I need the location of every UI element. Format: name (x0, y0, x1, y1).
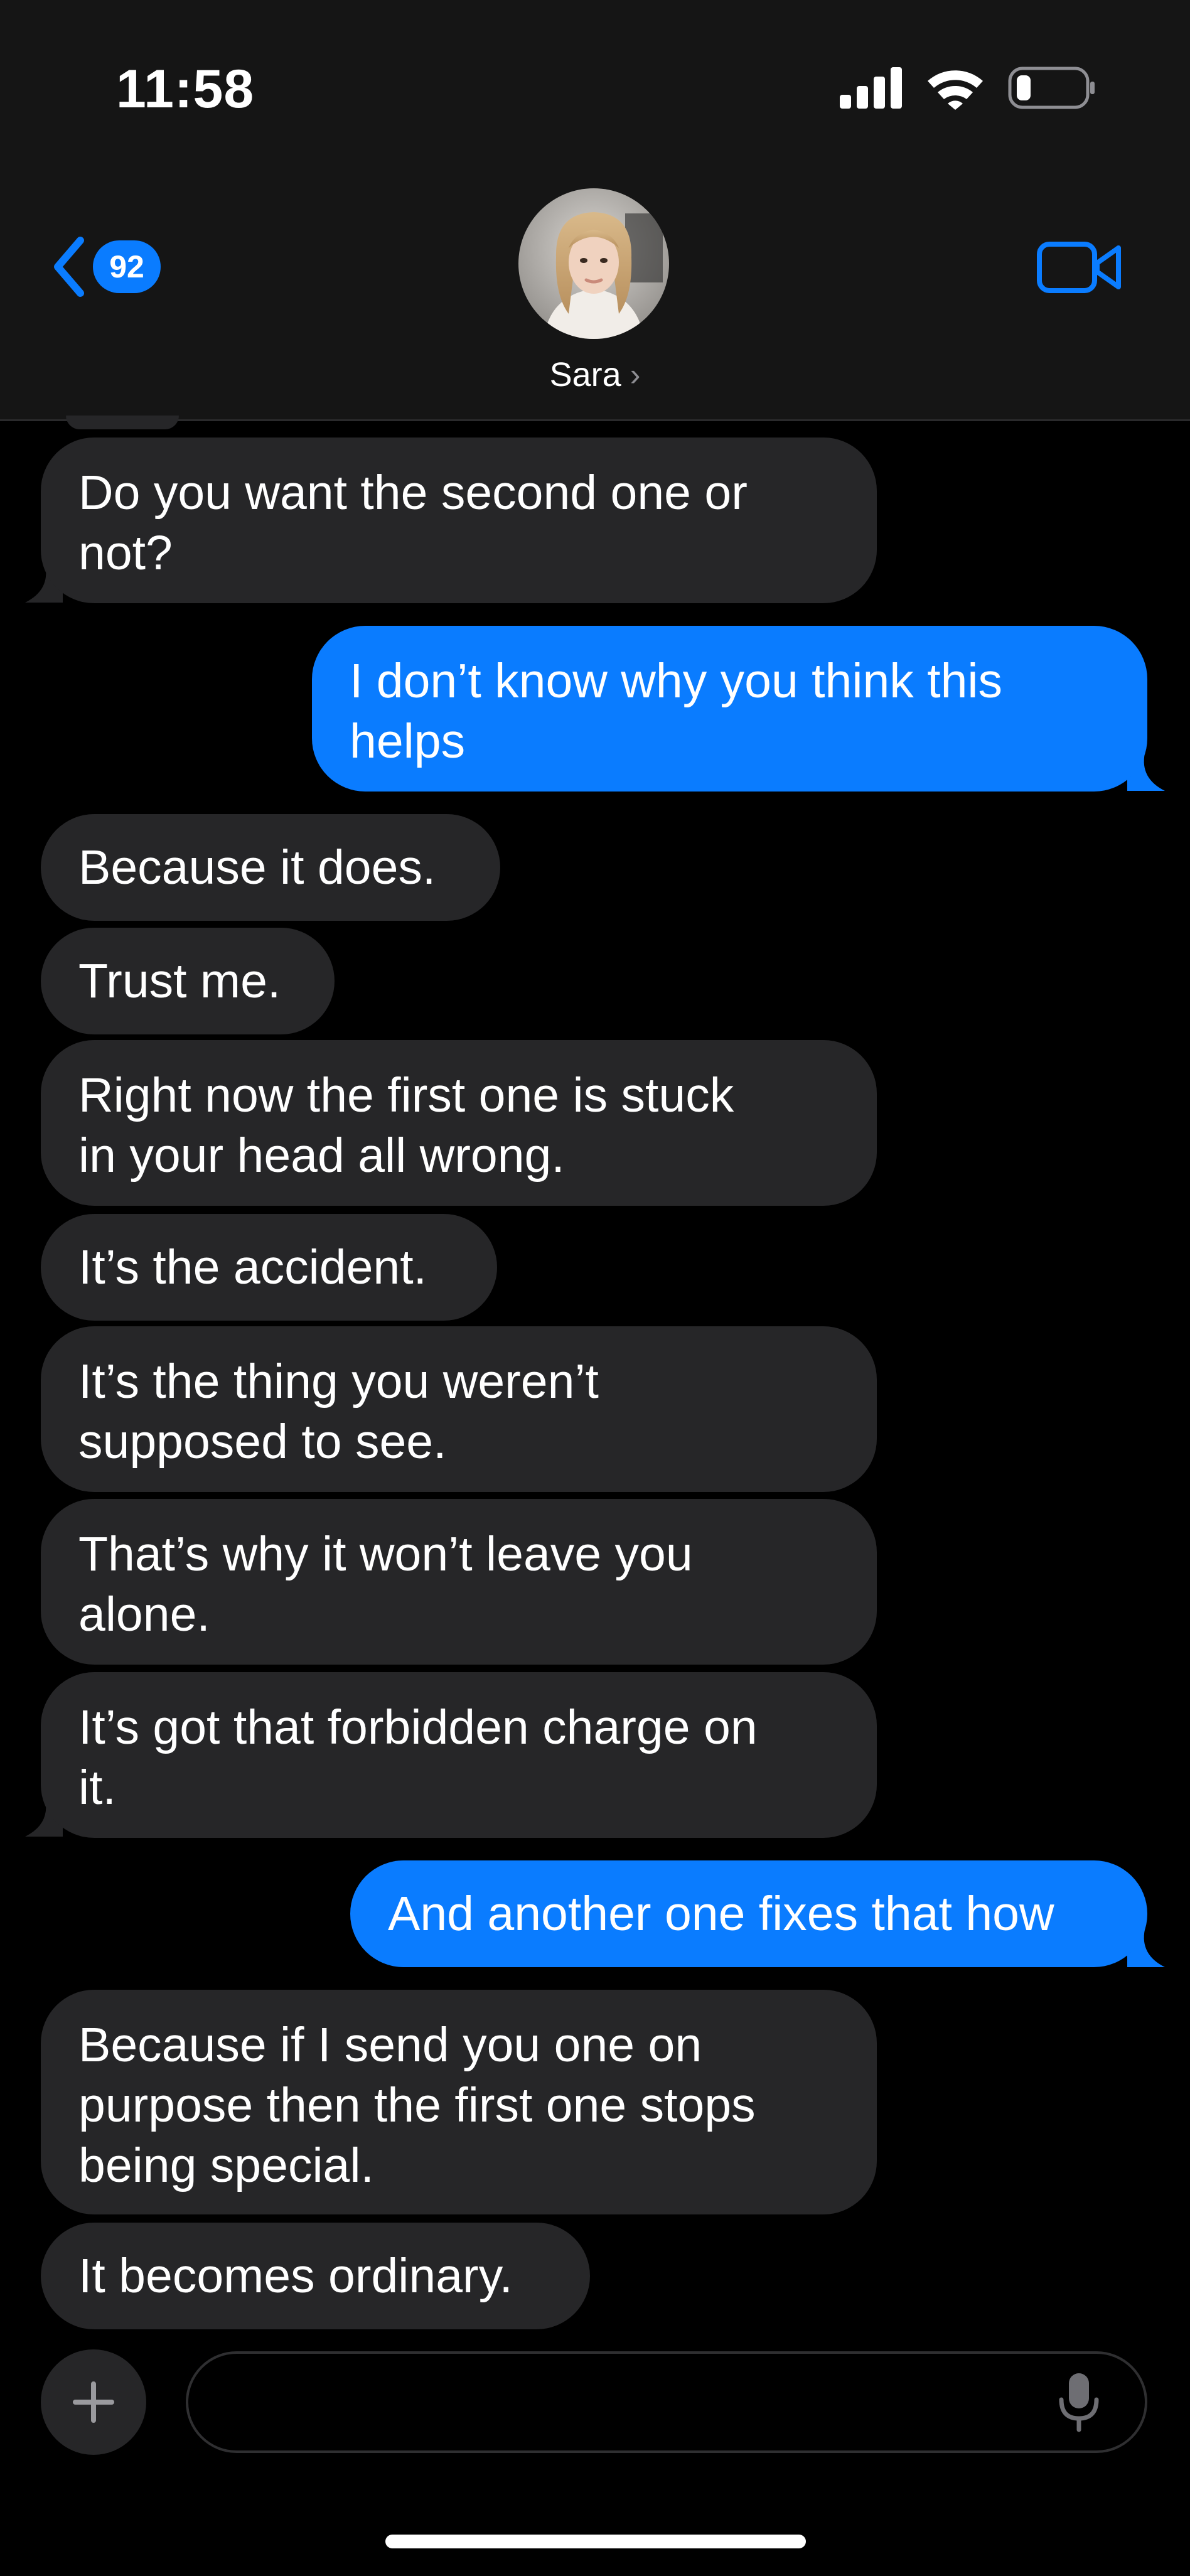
received-message[interactable]: It’s the accident. (41, 1214, 497, 1321)
conversation-header: 92 Sara › (0, 157, 1190, 421)
microphone-icon[interactable] (1056, 2372, 1102, 2432)
contact-name: Sara (549, 356, 621, 394)
chevron-right-icon: › (630, 357, 641, 392)
received-message[interactable]: That’s why it won’t leave you alone. (41, 1499, 877, 1665)
home-indicator[interactable] (385, 2535, 806, 2548)
received-message[interactable]: It’s the thing you weren’t supposed to s… (41, 1326, 877, 1492)
avatar[interactable] (518, 188, 669, 339)
battery-icon (1008, 67, 1095, 109)
video-camera-icon (1037, 242, 1121, 293)
status-icons (840, 60, 1096, 116)
message-input[interactable] (186, 2351, 1147, 2453)
plus-icon (73, 2381, 114, 2423)
contact-name-button[interactable]: Sara › (0, 353, 1190, 397)
sent-message[interactable]: And another one fixes that how (350, 1860, 1147, 1967)
received-message[interactable]: It becomes ordinary. (41, 2223, 590, 2329)
avatar-image (518, 188, 669, 339)
cellular-signal-icon (840, 67, 902, 109)
attachment-plus-button[interactable] (41, 2349, 146, 2455)
received-message[interactable]: Right now the first one is stuck in your… (41, 1040, 877, 1206)
received-message[interactable]: Because if I send you one on purpose the… (41, 1990, 877, 2214)
received-message[interactable]: Do you want the second one or not? (41, 437, 877, 603)
received-message[interactable]: Because it does. (41, 814, 500, 921)
received-message[interactable]: Trust me. (41, 928, 335, 1034)
unread-count-badge: 92 (93, 240, 161, 293)
partial-message-bubble (66, 416, 179, 429)
status-time: 11:58 (116, 59, 255, 119)
received-message[interactable]: It’s got that forbidden charge on it. (41, 1672, 877, 1838)
back-button[interactable]: 92 (50, 226, 161, 308)
wifi-icon (928, 70, 983, 110)
status-bar: 11:58 (0, 0, 1190, 157)
sent-message[interactable]: I don’t know why you think this helps (312, 626, 1147, 792)
video-call-button[interactable] (1036, 235, 1123, 298)
chevron-left-icon (54, 237, 84, 297)
